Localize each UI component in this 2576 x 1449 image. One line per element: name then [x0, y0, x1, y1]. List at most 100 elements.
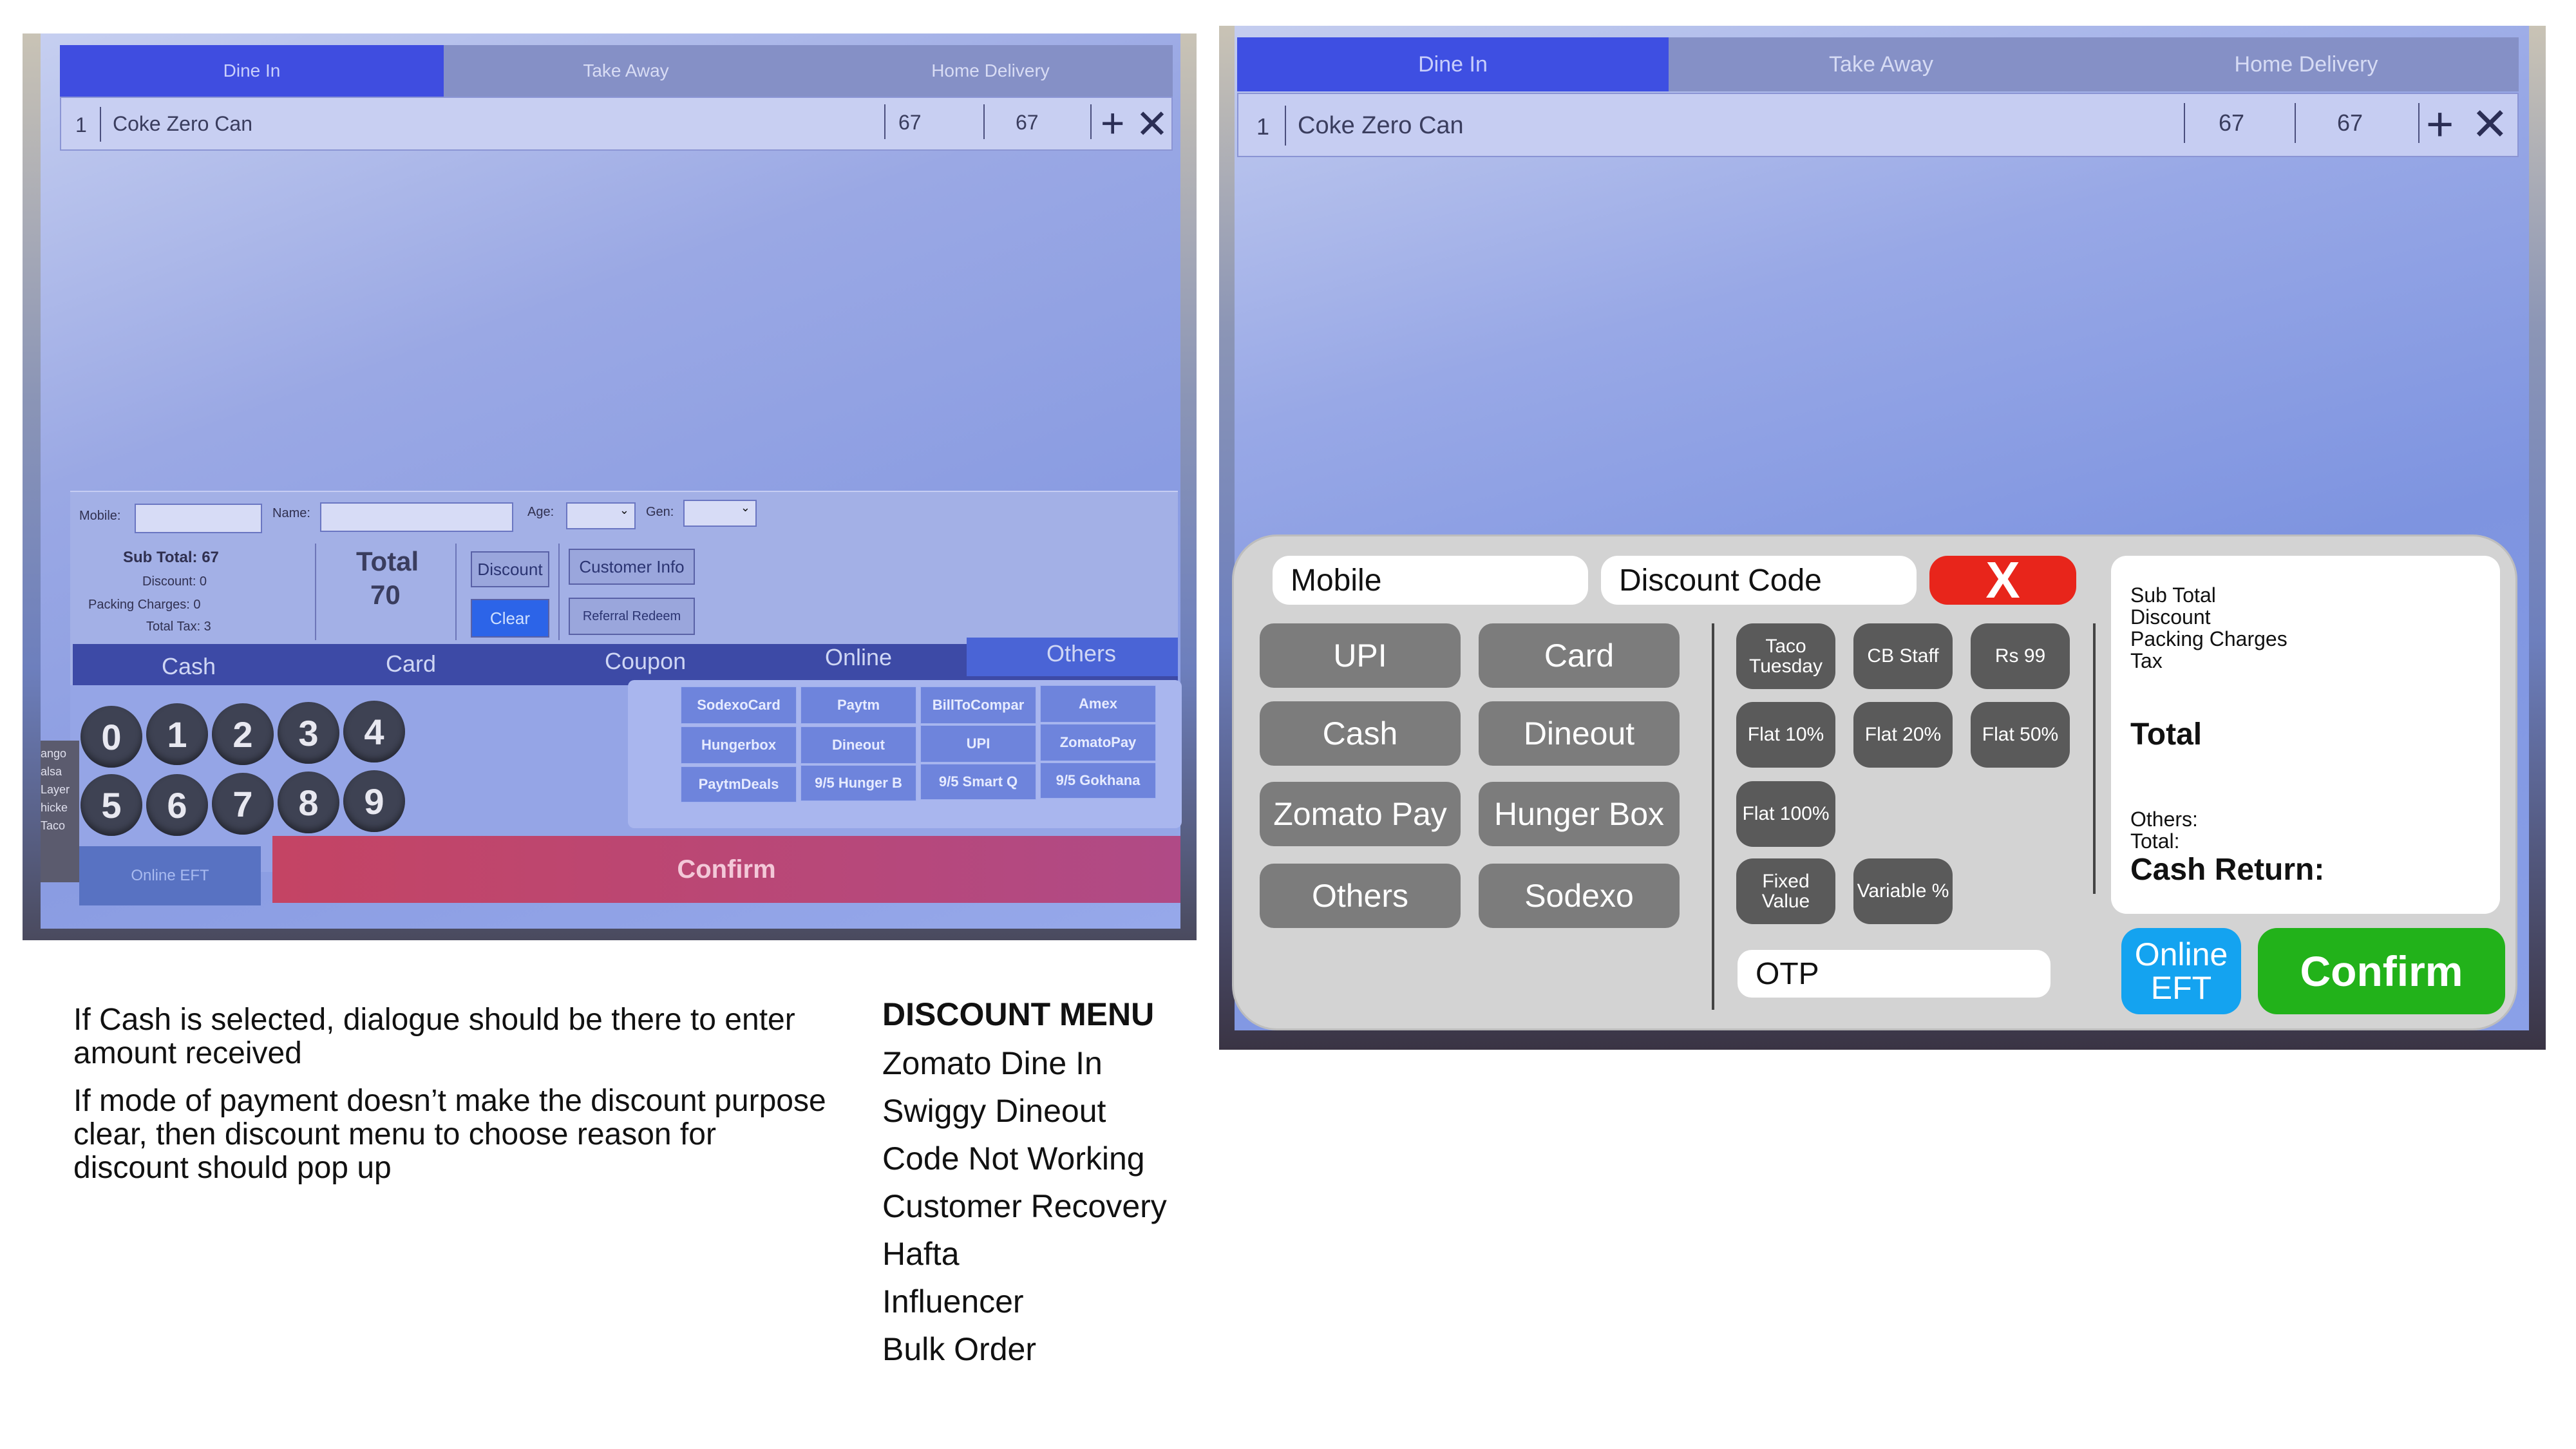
numpad-key-5[interactable]: 5 — [80, 774, 142, 836]
close-icon[interactable]: ✕ — [1135, 100, 1169, 147]
option-upi[interactable]: UPI — [920, 725, 1036, 762]
option-9-5-smart-q[interactable]: 9/5 Smart Q — [920, 764, 1036, 800]
online-eft-button[interactable]: Online EFT — [79, 846, 261, 905]
discount-menu-item: Influencer — [882, 1283, 1024, 1320]
divider — [1090, 104, 1092, 139]
confirm-button[interactable]: Confirm — [2258, 928, 2505, 1014]
numpad-key-7[interactable]: 7 — [212, 773, 274, 835]
discount-rs-99[interactable]: Rs 99 — [1971, 623, 2070, 689]
option-9-5-hunger-box[interactable]: 9/5 Hunger B — [800, 765, 916, 801]
others-label: Others: — [2130, 808, 2198, 831]
order-item-row[interactable]: 1 Coke Zero Can 67 67 + ✕ — [60, 97, 1173, 151]
divider — [884, 104, 886, 139]
tab-dine-in[interactable]: Dine In — [1237, 37, 1669, 91]
pay-method-sodexo[interactable]: Sodexo — [1479, 864, 1680, 928]
pay-method-card[interactable]: Card — [1479, 623, 1680, 688]
discount-menu-item: Bulk Order — [882, 1331, 1036, 1367]
total-label: Total — [2130, 717, 2202, 752]
otp-field[interactable]: OTP — [1738, 950, 2050, 998]
item-price: 67 — [898, 111, 922, 134]
confirm-button[interactable]: Confirm — [272, 836, 1180, 903]
numpad-key-4[interactable]: 4 — [343, 701, 405, 762]
option-amex[interactable]: Amex — [1040, 685, 1156, 723]
numpad-key-9[interactable]: 9 — [343, 770, 405, 832]
tab-coupon[interactable]: Coupon — [605, 648, 686, 675]
discount-cb-staff[interactable]: CB Staff — [1853, 623, 1953, 689]
divider — [558, 544, 560, 640]
discount-code-field[interactable]: Discount Code — [1601, 556, 1917, 605]
numpad-key-8[interactable]: 8 — [278, 772, 339, 833]
numpad-key-6[interactable]: 6 — [146, 774, 208, 836]
numpad-key-3[interactable]: 3 — [278, 702, 339, 764]
pay-method-cash[interactable]: Cash — [1260, 701, 1461, 766]
item-qty: 1 — [75, 113, 87, 137]
tab-card[interactable]: Card — [386, 650, 436, 677]
name-label: Name: — [272, 506, 310, 520]
tab-home-delivery[interactable]: Home Delivery — [2094, 37, 2519, 91]
discount-button[interactable]: Discount — [471, 551, 549, 587]
discount-fixed-value[interactable]: Fixed Value — [1736, 858, 1835, 924]
online-eft-button[interactable]: Online EFT — [2121, 928, 2241, 1014]
side-label: Layer — [41, 783, 70, 796]
pay-method-upi[interactable]: UPI — [1260, 623, 1461, 688]
order-item-row[interactable]: 1 Coke Zero Can 67 67 + ✕ — [1237, 93, 2519, 157]
tab-take-away[interactable]: Take Away — [1669, 37, 2094, 91]
pay-method-dineout[interactable]: Dineout — [1479, 701, 1680, 766]
option-zomatopay[interactable]: ZomatoPay — [1040, 724, 1156, 761]
customer-info-button[interactable]: Customer Info — [569, 549, 695, 585]
pay-method-hunger-box[interactable]: Hunger Box — [1479, 782, 1680, 846]
mobile-field[interactable] — [135, 504, 262, 533]
discount-menu-title: DISCOUNT MENU — [882, 996, 1155, 1032]
discount-flat-20[interactable]: Flat 20% — [1853, 702, 1953, 768]
close-icon[interactable]: ✕ — [2471, 98, 2509, 151]
side-menu-strip: ango alsa Layer hicke Taco — [41, 741, 79, 882]
pay-method-others[interactable]: Others — [1260, 864, 1461, 928]
name-field[interactable] — [320, 502, 513, 532]
clear-button[interactable]: Clear — [471, 599, 549, 638]
discount-menu-item: Swiggy Dineout — [882, 1093, 1106, 1129]
discount-menu-item: Zomato Dine In — [882, 1045, 1103, 1081]
cash-return-label: Cash Return: — [2130, 853, 2325, 887]
tab-others[interactable]: Others — [1046, 640, 1116, 667]
tab-home-delivery[interactable]: Home Delivery — [808, 45, 1173, 97]
pay-method-zomato-pay[interactable]: Zomato Pay — [1260, 782, 1461, 846]
discount-variable-percent[interactable]: Variable % — [1853, 858, 1953, 924]
sub-total-label: Sub Total — [2130, 583, 2216, 607]
option-9-5-gokhana[interactable]: 9/5 Gokhana — [1040, 762, 1156, 799]
plus-icon[interactable]: + — [2426, 97, 2454, 151]
item-price: 67 — [2219, 109, 2245, 136]
sub-total: Sub Total: 67 — [123, 549, 219, 566]
tab-cash[interactable]: Cash — [162, 653, 216, 680]
option-paytm[interactable]: Paytm — [800, 687, 916, 724]
divider — [1285, 106, 1286, 146]
numpad-key-1[interactable]: 1 — [146, 703, 208, 765]
option-hungerbox[interactable]: Hungerbox — [681, 726, 797, 764]
existing-pos-photo: Dine In Take Away Home Delivery 1 Coke Z… — [23, 33, 1197, 940]
age-select[interactable]: ⌄ — [566, 502, 636, 529]
discount-value: Discount: 0 — [142, 574, 207, 589]
divider — [2184, 103, 2185, 143]
tax-label: Tax — [2130, 649, 2163, 672]
referral-redeem-button[interactable]: Referral Redeem — [569, 598, 695, 635]
tab-online[interactable]: Online — [825, 644, 892, 671]
option-billtocompany[interactable]: BillToCompar — [920, 687, 1036, 724]
mobile-field[interactable]: Mobile — [1273, 556, 1588, 605]
option-paytmdeals[interactable]: PaytmDeals — [681, 766, 797, 802]
numpad-key-0[interactable]: 0 — [80, 706, 142, 768]
payment-panel: Mobile Discount Code X UPI Card Cash Din… — [1232, 535, 2517, 1030]
option-sodexocard[interactable]: SodexoCard — [681, 687, 797, 724]
gen-select[interactable]: ⌄ — [683, 500, 757, 527]
plus-icon[interactable]: + — [1101, 99, 1124, 147]
discount-taco-tuesday[interactable]: Taco Tuesday — [1736, 623, 1835, 689]
discount-flat-10[interactable]: Flat 10% — [1736, 702, 1835, 768]
discount-flat-50[interactable]: Flat 50% — [1971, 702, 2070, 768]
divider — [2295, 103, 2296, 143]
divider — [2093, 623, 2096, 894]
close-button[interactable]: X — [1929, 551, 2076, 609]
side-label: Taco — [41, 819, 66, 832]
tab-dine-in[interactable]: Dine In — [60, 45, 444, 97]
tab-take-away[interactable]: Take Away — [444, 45, 808, 97]
option-dineout[interactable]: Dineout — [800, 726, 916, 764]
numpad-key-2[interactable]: 2 — [212, 703, 274, 765]
discount-flat-100[interactable]: Flat 100% — [1736, 781, 1835, 847]
